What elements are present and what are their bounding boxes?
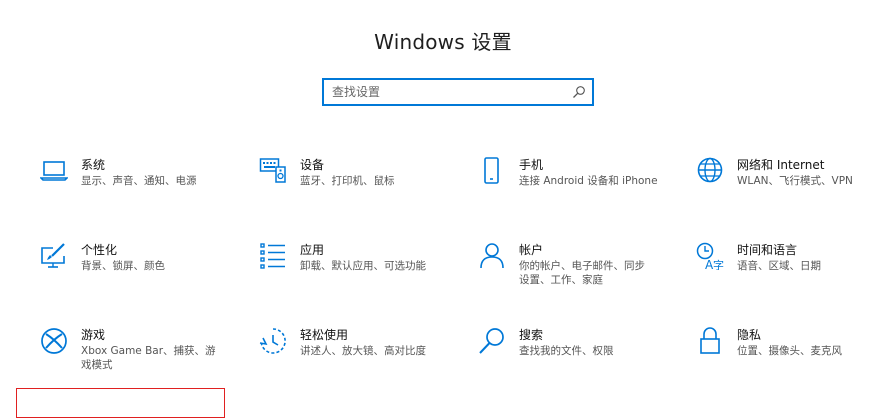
tile-name: 帐户 (519, 243, 544, 257)
ease-of-access-icon (259, 327, 287, 355)
svg-text:字: 字 (713, 258, 724, 270)
settings-tile-system[interactable]: 系统 显示、声音、通知、电源 (40, 157, 250, 227)
tile-description: Xbox Game Bar、捕获、游戏模式 (81, 345, 216, 371)
settings-tile-apps[interactable]: 应用 卸载、默认应用、可选功能 (259, 242, 469, 312)
time-language-icon: A字 (696, 242, 724, 270)
paintbrush-monitor-icon (40, 242, 68, 270)
tile-description: 卸载、默认应用、可选功能 (300, 260, 426, 272)
xbox-icon (40, 327, 68, 355)
tile-description: WLAN、飞行模式、VPN (737, 175, 853, 187)
tile-name: 隐私 (737, 328, 762, 342)
tile-name: 个性化 (81, 243, 118, 257)
tile-description: 连接 Android 设备和 iPhone (519, 175, 658, 187)
settings-tile-privacy[interactable]: 隐私 位置、摄像头、麦克风 (696, 327, 886, 397)
page-title: Windows 设置 (374, 30, 512, 54)
search-box[interactable] (322, 78, 594, 106)
phone-icon (478, 157, 506, 185)
settings-tile-phone[interactable]: 手机 连接 Android 设备和 iPhone (478, 157, 688, 227)
settings-tile-accounts[interactable]: 帐户 你的帐户、电子邮件、同步设置、工作、家庭 (478, 242, 688, 312)
tile-description: 你的帐户、电子邮件、同步设置、工作、家庭 (519, 260, 645, 286)
settings-tile-time-language[interactable]: A字 时间和语言 语音、区域、日期 (696, 242, 886, 312)
tile-description: 背景、锁屏、颜色 (81, 260, 165, 272)
settings-tile-devices[interactable]: 设备 蓝牙、打印机、鼠标 (259, 157, 469, 227)
person-icon (478, 242, 506, 270)
settings-tile-search[interactable]: 搜索 查找我的文件、权限 (478, 327, 688, 397)
keyboard-devices-icon (259, 157, 287, 185)
tile-name: 游戏 (81, 328, 106, 342)
settings-tile-network[interactable]: 网络和 Internet WLAN、飞行模式、VPN (696, 157, 886, 227)
tile-name: 轻松使用 (300, 328, 349, 342)
tile-description: 蓝牙、打印机、鼠标 (300, 175, 395, 187)
tile-name: 搜索 (519, 328, 544, 342)
tile-description: 位置、摄像头、麦克风 (737, 345, 842, 357)
globe-icon (696, 157, 724, 185)
laptop-icon (40, 157, 68, 185)
tile-description: 查找我的文件、权限 (519, 345, 614, 357)
settings-tile-personalization[interactable]: 个性化 背景、锁屏、颜色 (40, 242, 250, 312)
tile-name: 应用 (300, 243, 325, 257)
settings-tile-ease-of-access[interactable]: 轻松使用 讲述人、放大镜、高对比度 (259, 327, 469, 397)
tile-name: 手机 (519, 158, 544, 172)
tile-description: 显示、声音、通知、电源 (81, 175, 197, 187)
settings-tile-gaming[interactable]: 游戏 Xbox Game Bar、捕获、游戏模式 (40, 327, 250, 397)
apps-list-icon (259, 242, 287, 270)
search-icon[interactable] (572, 85, 586, 99)
tile-description: 讲述人、放大镜、高对比度 (300, 345, 426, 357)
tile-name: 时间和语言 (737, 243, 798, 257)
tile-description: 语音、区域、日期 (737, 260, 821, 272)
tile-name: 网络和 Internet (737, 158, 825, 172)
tile-name: 设备 (300, 158, 325, 172)
magnifier-icon (478, 327, 506, 355)
search-input[interactable] (324, 80, 562, 104)
tile-name: 系统 (81, 158, 106, 172)
lock-icon (696, 327, 724, 355)
highlight-box (16, 388, 225, 418)
